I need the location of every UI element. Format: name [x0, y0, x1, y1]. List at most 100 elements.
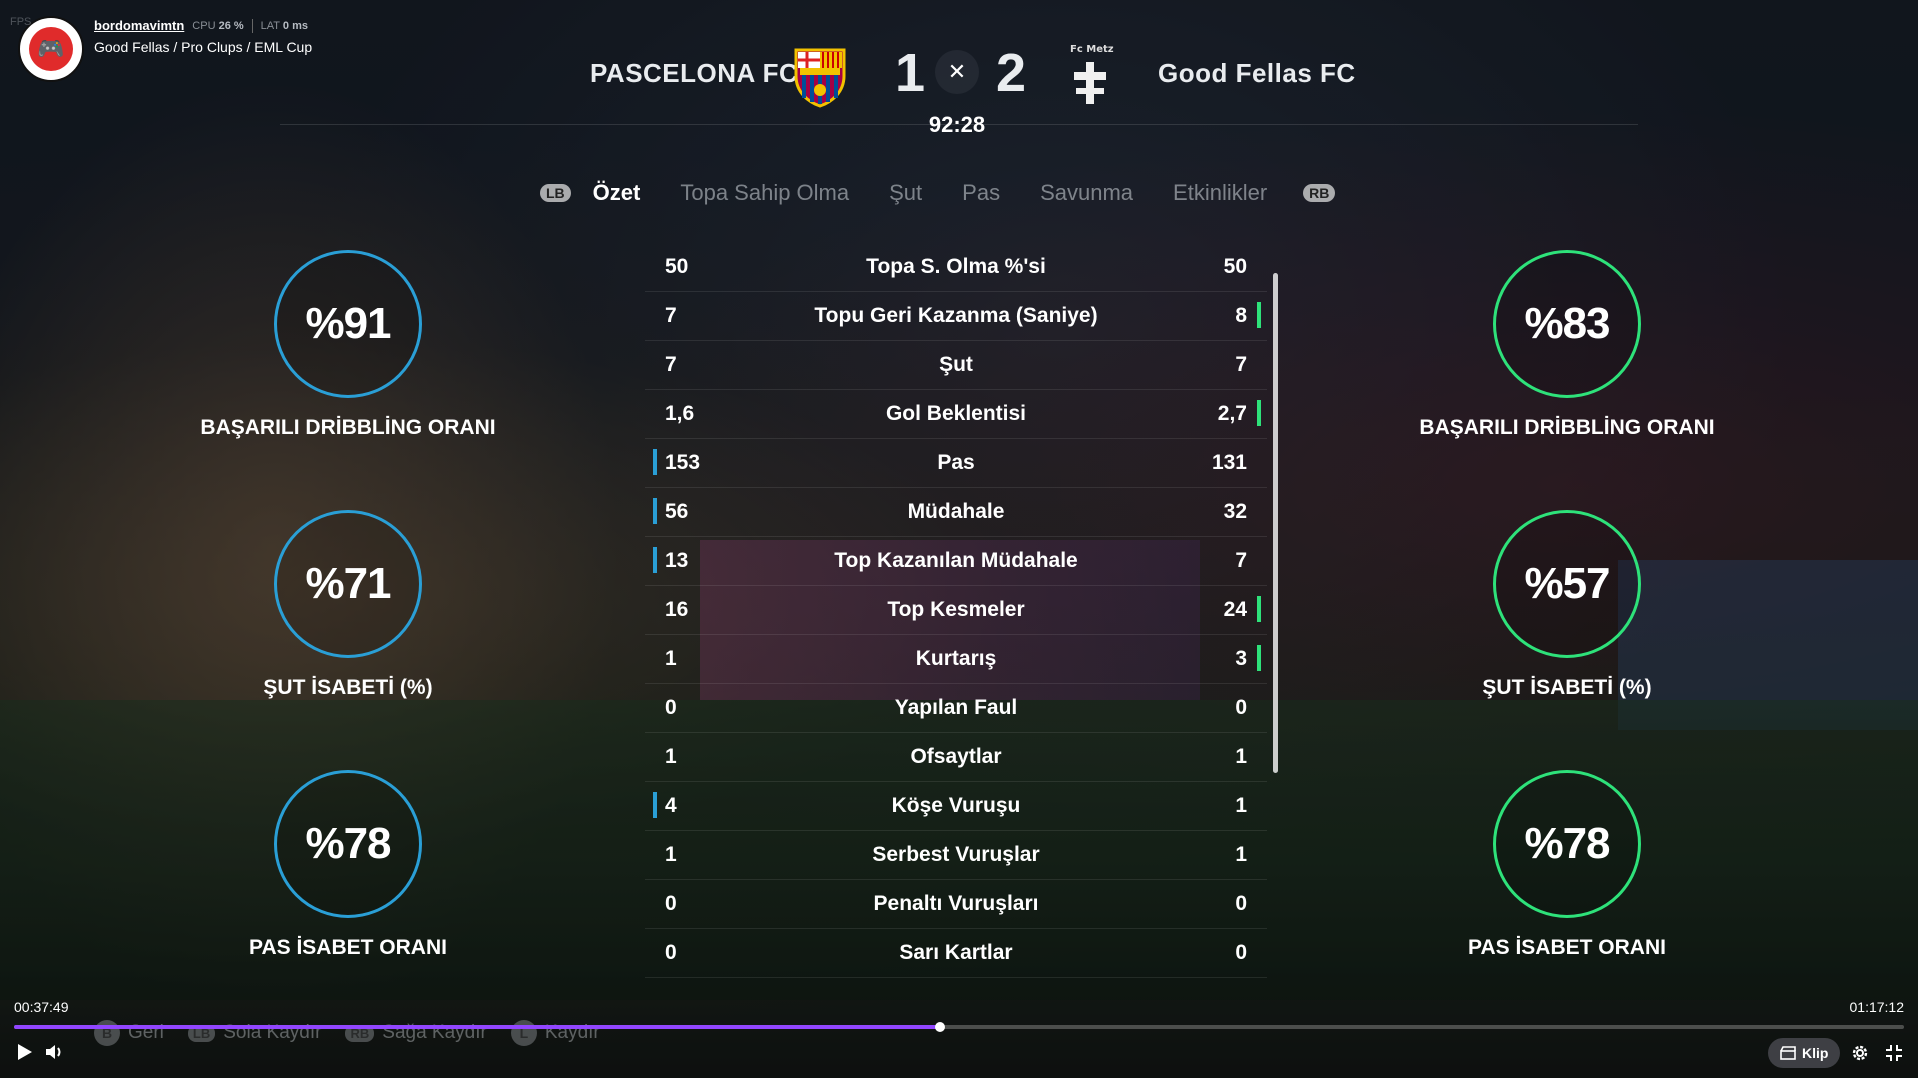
controller-hints: B Geri LB Sola Kaydır RB Sağa Kaydır L Kaydı…: [94, 1020, 600, 1046]
exit-fullscreen-icon[interactable]: [1884, 1043, 1904, 1063]
stat-name: Pas: [937, 451, 975, 474]
gauge-label: ŞUT İSABETİ (%): [1482, 676, 1652, 699]
home-score: 1: [895, 43, 926, 103]
left-stick-icon: L: [510, 1020, 537, 1046]
gauge-label: ŞUT İSABETİ (%): [263, 676, 433, 699]
channel-title: Good Fellas / Pro Clups / EML Cup: [94, 39, 313, 55]
volume-icon[interactable]: [44, 1042, 66, 1062]
tab-pas[interactable]: Pas: [962, 180, 1000, 206]
gauge-value: %71: [305, 559, 391, 608]
stat-away-value: 0: [1235, 892, 1247, 915]
stat-name: Top Kazanılan Müdahale: [834, 549, 1078, 572]
stat-away-value: 7: [1235, 549, 1247, 572]
stat-name: Köşe Vuruşu: [891, 794, 1021, 817]
stat-row: 50 Topa S. Olma %'si 50: [645, 243, 1267, 292]
stat-row: 0 Yapılan Faul 0: [645, 684, 1267, 733]
stat-away-value: 131: [1211, 451, 1247, 474]
stat-row: 7 Topu Geri Kazanma (Saniye) 8: [645, 292, 1267, 341]
stream-info: 🎮 FPS bordomavimtn CPU 26 % LAT 0 ms Goo…: [10, 16, 313, 82]
stats-tabs: LB Özet Topa Sahip Olma Şut Pas Savunma …: [540, 180, 1336, 206]
gauge-label: BAŞARILI DRİBBLİNG ORANI: [200, 416, 496, 439]
stat-away-value: 32: [1223, 500, 1247, 523]
elapsed-time: 00:37:49: [14, 999, 69, 1015]
stat-away-value: 1: [1235, 794, 1247, 817]
stat-name: Topu Geri Kazanma (Saniye): [814, 304, 1098, 327]
stat-row: 153 Pas 131: [645, 439, 1267, 488]
seek-bar[interactable]: [14, 1022, 1904, 1032]
gauge-ring: %91: [274, 250, 422, 398]
seek-bar-fill: [14, 1025, 941, 1029]
stat-row: 0 Penaltı Vuruşları 0: [645, 880, 1267, 929]
gauge-label: PAS İSABET ORANI: [1468, 936, 1666, 959]
stat-name: Yapılan Faul: [894, 696, 1018, 719]
gauge-label: BAŞARILI DRİBBLİNG ORANI: [1419, 416, 1715, 439]
header-divider: [280, 124, 1638, 125]
stat-away-value: 1: [1235, 843, 1247, 866]
stat-away-value: 3: [1235, 647, 1247, 670]
stat-name: Serbest Vuruşlar: [872, 843, 1040, 866]
stat-away-value: 7: [1235, 353, 1247, 376]
gamepad-icon: 🎮: [29, 27, 73, 71]
clapperboard-icon: [1780, 1046, 1796, 1060]
match-clock: 92:28: [928, 112, 986, 137]
home-pass-accuracy-gauge: %78 PAS İSABET ORANI: [198, 770, 498, 960]
stat-row: 4 Köşe Vuruşu 1: [645, 782, 1267, 831]
stat-row: 1 Serbest Vuruşlar 1: [645, 831, 1267, 880]
stat-row: 1,6 Gol Beklentisi 2,7: [645, 390, 1267, 439]
gauge-ring: %57: [1493, 510, 1641, 658]
cpu-metric: CPU 26 %: [192, 19, 244, 32]
close-icon[interactable]: ✕: [935, 50, 979, 94]
away-crest-icon: [1074, 62, 1106, 104]
away-dribble-gauge: %83 BAŞARILI DRİBBLİNG ORANI: [1417, 250, 1717, 440]
stat-name: Ofsaytlar: [910, 745, 1002, 768]
away-score: 2: [996, 43, 1027, 103]
rb-bumper-icon[interactable]: RB: [1303, 184, 1336, 202]
hint-scroll: L Kaydır: [510, 1020, 600, 1046]
b-button-icon: B: [94, 1020, 120, 1046]
stat-row: 0 Sarı Kartlar 0: [645, 929, 1267, 978]
gear-icon[interactable]: [1850, 1043, 1870, 1063]
stat-away-value: 0: [1235, 941, 1247, 964]
stat-away-value: 2,7: [1217, 402, 1247, 425]
home-crest-icon: [794, 48, 846, 108]
stat-away-value: 50: [1223, 255, 1247, 278]
tab-topa-sahip-olma[interactable]: Topa Sahip Olma: [680, 180, 849, 206]
stat-away-value: 8: [1235, 304, 1247, 327]
tab-sut[interactable]: Şut: [889, 180, 922, 206]
tab-ozet[interactable]: Özet: [593, 180, 641, 206]
tab-savunma[interactable]: Savunma: [1040, 180, 1133, 206]
away-crest-label: Fc Metz: [1070, 44, 1114, 55]
stat-name: Müdahale: [907, 500, 1005, 523]
stat-name: Şut: [939, 353, 973, 376]
hint-back: B Geri: [94, 1020, 164, 1046]
stat-name: Gol Beklentisi: [885, 402, 1027, 425]
latency-metric: LAT 0 ms: [260, 19, 308, 32]
stat-name: Sarı Kartlar: [899, 941, 1013, 964]
gauge-value: %57: [1524, 559, 1610, 608]
clip-button[interactable]: Klip: [1768, 1038, 1841, 1068]
stat-away-value: 0: [1235, 696, 1247, 719]
stat-name: Penaltı Vuruşları: [873, 892, 1039, 915]
stat-row: 16 Top Kesmeler 24: [645, 586, 1267, 635]
play-icon[interactable]: [14, 1042, 34, 1062]
stat-name: Kurtarış: [915, 647, 997, 670]
home-team-name: PASCELONA FC: [590, 58, 799, 88]
away-shot-accuracy-gauge: %57 ŞUT İSABETİ (%): [1417, 510, 1717, 700]
gauge-ring: %78: [1493, 770, 1641, 918]
username-link[interactable]: bordomavimtn: [94, 18, 184, 33]
stat-row: 1 Kurtarış 3: [645, 635, 1267, 684]
stats-scrollbar-thumb[interactable]: [1273, 273, 1278, 773]
home-dribble-gauge: %91 BAŞARILI DRİBBLİNG ORANI: [198, 250, 498, 440]
total-time: 01:17:12: [1849, 999, 1905, 1015]
gauge-ring: %71: [274, 510, 422, 658]
stat-row: 7 Şut 7: [645, 341, 1267, 390]
lb-bumper-icon[interactable]: LB: [540, 184, 571, 202]
fps-label: FPS: [10, 16, 32, 28]
stat-row: 13 Top Kazanılan Müdahale 7: [645, 537, 1267, 586]
stats-table: 50 Topa S. Olma %'si 50 7 Topu Geri Kazanma …: [645, 243, 1267, 978]
gauge-value: %78: [1524, 819, 1610, 868]
gauge-value: %91: [305, 299, 391, 348]
tab-etkinlikler[interactable]: Etkinlikler: [1173, 180, 1267, 206]
gauge-label: PAS İSABET ORANI: [249, 936, 447, 959]
gauge-ring: %83: [1493, 250, 1641, 398]
